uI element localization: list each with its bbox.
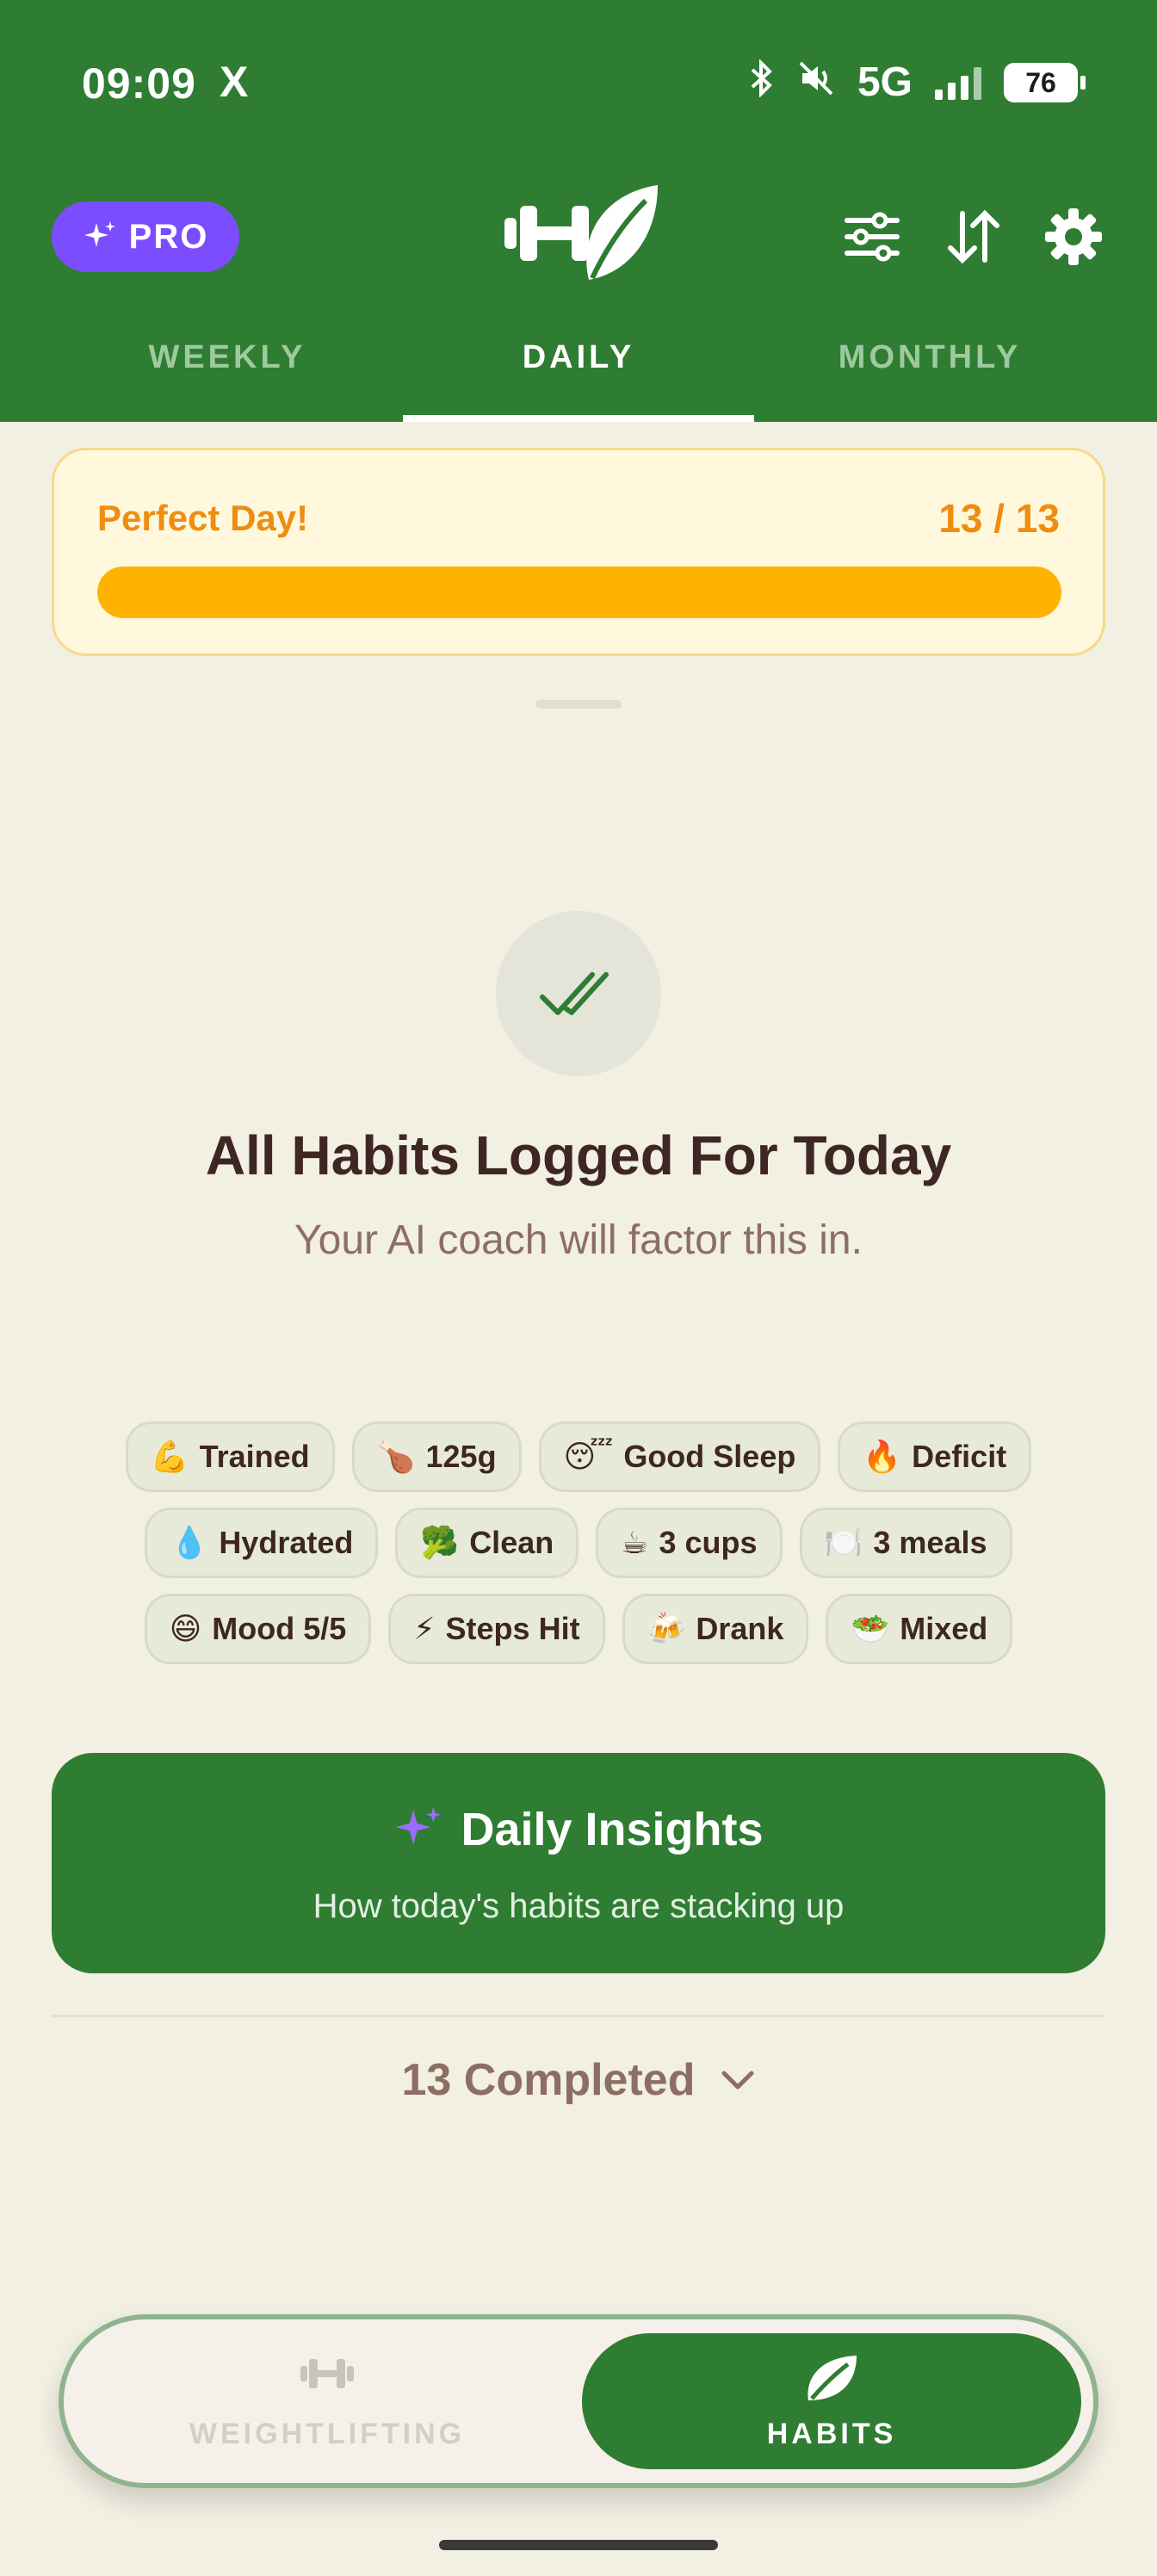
- chip-label: Clean: [469, 1525, 554, 1560]
- habit-chip[interactable]: 🥗 Mixed: [826, 1594, 1013, 1664]
- chip-label: Hydrated: [219, 1525, 354, 1560]
- chip-label: Deficit: [912, 1439, 1007, 1474]
- habit-chip[interactable]: 🥦 Clean: [395, 1508, 579, 1578]
- insights-subtitle: How today's habits are stacking up: [312, 1887, 845, 1925]
- sort-icon[interactable]: [944, 207, 1004, 267]
- habit-chip[interactable]: 😴 Good Sleep: [538, 1421, 821, 1492]
- coffee-icon: ☕: [621, 1525, 649, 1560]
- nav-weightlifting[interactable]: WEIGHTLIFTING: [77, 2333, 577, 2469]
- progress-bar: [97, 567, 1061, 618]
- network-label: 5G: [857, 59, 913, 105]
- home-indicator[interactable]: [439, 2540, 718, 2550]
- drumstick-icon: 🍗: [376, 1439, 416, 1474]
- gear-icon[interactable]: [1043, 207, 1104, 267]
- nav-habits[interactable]: HABITS: [582, 2333, 1081, 2469]
- bottom-nav: WEIGHTLIFTING HABITS: [59, 2314, 1098, 2488]
- sliders-icon[interactable]: [842, 207, 902, 267]
- perfect-day-card: Perfect Day! 13 / 13: [52, 448, 1105, 656]
- drag-handle[interactable]: [535, 700, 622, 709]
- droplet-icon: 💧: [170, 1525, 209, 1560]
- salad-icon: 🥗: [851, 1611, 890, 1646]
- insights-heading: Daily Insights: [52, 1803, 1105, 1856]
- lightning-icon: ⚡: [413, 1611, 436, 1646]
- beer-icon: 🍻: [647, 1611, 686, 1646]
- leaf-icon: [807, 2356, 857, 2400]
- x-app-icon: X: [220, 58, 249, 106]
- mute-icon: [797, 59, 835, 106]
- chip-label: Good Sleep: [623, 1439, 796, 1474]
- sparkle-icon: [396, 1806, 442, 1845]
- habit-chip[interactable]: ☕ 3 cups: [596, 1508, 783, 1578]
- page-subtitle: Your AI coach will factor this in.: [294, 1217, 863, 1263]
- status-time: 09:09: [82, 59, 196, 108]
- app-header: 09:09 X 5G 76 PRO WEEKLY DAILY MONTHLY: [0, 0, 1157, 422]
- completed-toggle[interactable]: 13 Completed: [0, 2054, 1157, 2106]
- broccoli-icon: 🥦: [420, 1525, 460, 1560]
- chip-label: Steps Hit: [445, 1611, 580, 1646]
- chip-label: Mixed: [900, 1611, 988, 1646]
- chevron-down-icon: [721, 2071, 754, 2090]
- habit-chip[interactable]: 💪 Trained: [125, 1421, 335, 1492]
- signal-icon: [935, 65, 981, 100]
- daily-insights-button[interactable]: Daily Insights How today's habits are st…: [52, 1753, 1105, 1973]
- fire-icon: 🔥: [863, 1439, 902, 1474]
- tab-daily[interactable]: DAILY: [403, 327, 754, 422]
- chip-label: 3 meals: [873, 1525, 987, 1560]
- nav-label: WEIGHTLIFTING: [189, 2418, 466, 2450]
- status-icons: 5G 76: [749, 58, 1086, 106]
- chip-label: Drank: [696, 1611, 784, 1646]
- progress-fill: [97, 567, 1061, 618]
- nav-label: HABITS: [766, 2418, 897, 2450]
- sparkle-icon: [84, 221, 115, 247]
- habit-chip-row: 💪 Trained 🍗 125g 😴 Good Sleep 🔥 Deficit: [0, 1421, 1157, 1492]
- battery-icon: 76: [1004, 62, 1086, 102]
- bluetooth-icon: [749, 58, 775, 106]
- chip-label: 125g: [425, 1439, 497, 1474]
- pro-button[interactable]: PRO: [52, 201, 239, 272]
- chip-label: Trained: [199, 1439, 310, 1474]
- dumbbell-icon: [300, 2359, 354, 2388]
- habit-chip[interactable]: 😄 Mood 5/5: [144, 1594, 372, 1664]
- dumbbell-leaf-logo: [504, 185, 658, 280]
- pro-label: PRO: [128, 217, 209, 256]
- habit-chip[interactable]: ⚡ Steps Hit: [388, 1594, 605, 1664]
- plate-icon: 🍽️: [824, 1525, 863, 1560]
- insights-title: Daily Insights: [461, 1804, 764, 1855]
- period-tabs: WEEKLY DAILY MONTHLY: [52, 327, 1105, 422]
- habit-chip[interactable]: 🔥 Deficit: [838, 1421, 1032, 1492]
- sleeping-face-icon: 😴: [563, 1439, 614, 1474]
- habit-chip[interactable]: 🍗 125g: [351, 1421, 522, 1492]
- tab-weekly[interactable]: WEEKLY: [52, 327, 403, 422]
- divider: [52, 2015, 1105, 2017]
- page-title: All Habits Logged For Today: [205, 1124, 952, 1186]
- habit-chip[interactable]: 🍻 Drank: [622, 1594, 809, 1664]
- double-check-icon: [496, 911, 661, 1076]
- habit-chip-row: 💧 Hydrated 🥦 Clean ☕ 3 cups 🍽️ 3 meals: [0, 1508, 1157, 1578]
- habit-chip[interactable]: 🍽️ 3 meals: [799, 1508, 1012, 1578]
- status-bar: 09:09 X 5G 76: [0, 52, 1157, 121]
- completed-label: 13 Completed: [401, 2055, 696, 2105]
- muscle-icon: 💪: [150, 1439, 189, 1474]
- tab-monthly[interactable]: MONTHLY: [754, 327, 1105, 422]
- perfect-day-count: 13 / 13: [938, 496, 1060, 541]
- habit-chip-row: 😄 Mood 5/5 ⚡ Steps Hit 🍻 Drank 🥗 Mixed: [0, 1594, 1157, 1664]
- smile-icon: 😄: [169, 1611, 202, 1646]
- chip-label: Mood 5/5: [212, 1611, 347, 1646]
- habit-chip[interactable]: 💧 Hydrated: [145, 1508, 379, 1578]
- perfect-day-title: Perfect Day!: [97, 498, 309, 538]
- chip-label: 3 cups: [659, 1525, 758, 1560]
